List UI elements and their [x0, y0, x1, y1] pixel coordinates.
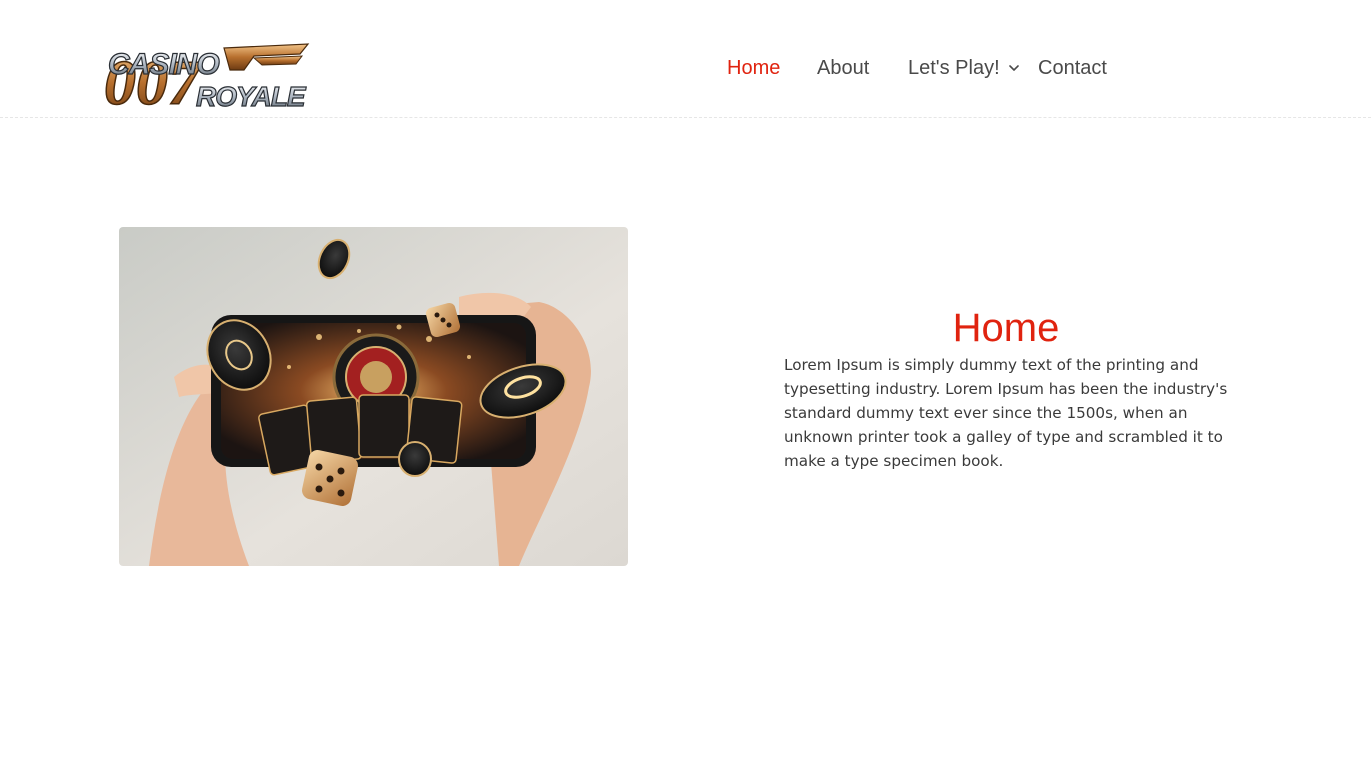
- hero-image: [119, 227, 628, 566]
- page-body-text: Lorem Ipsum is simply dummy text of the …: [784, 356, 1228, 470]
- nav-item-about[interactable]: About: [817, 54, 869, 82]
- nav-item-contact[interactable]: Contact: [1038, 54, 1107, 82]
- chevron-down-icon[interactable]: [1008, 62, 1020, 74]
- nav-item-home[interactable]: Home: [727, 54, 780, 82]
- phone-casino-illustration: [119, 227, 628, 566]
- svg-text:CASINO: CASINO: [108, 48, 219, 81]
- logo-graphic: 007 CASINO ROYALE: [103, 43, 310, 119]
- nav-item-lets-play[interactable]: Let's Play!: [908, 54, 1000, 82]
- site-header: 007 CASINO ROYALE Home About Let's Play!…: [0, 0, 1371, 119]
- svg-text:ROYALE: ROYALE: [196, 81, 307, 112]
- page-title: Home: [952, 306, 1060, 350]
- casino-royale-logo[interactable]: 007 CASINO ROYALE: [103, 40, 310, 119]
